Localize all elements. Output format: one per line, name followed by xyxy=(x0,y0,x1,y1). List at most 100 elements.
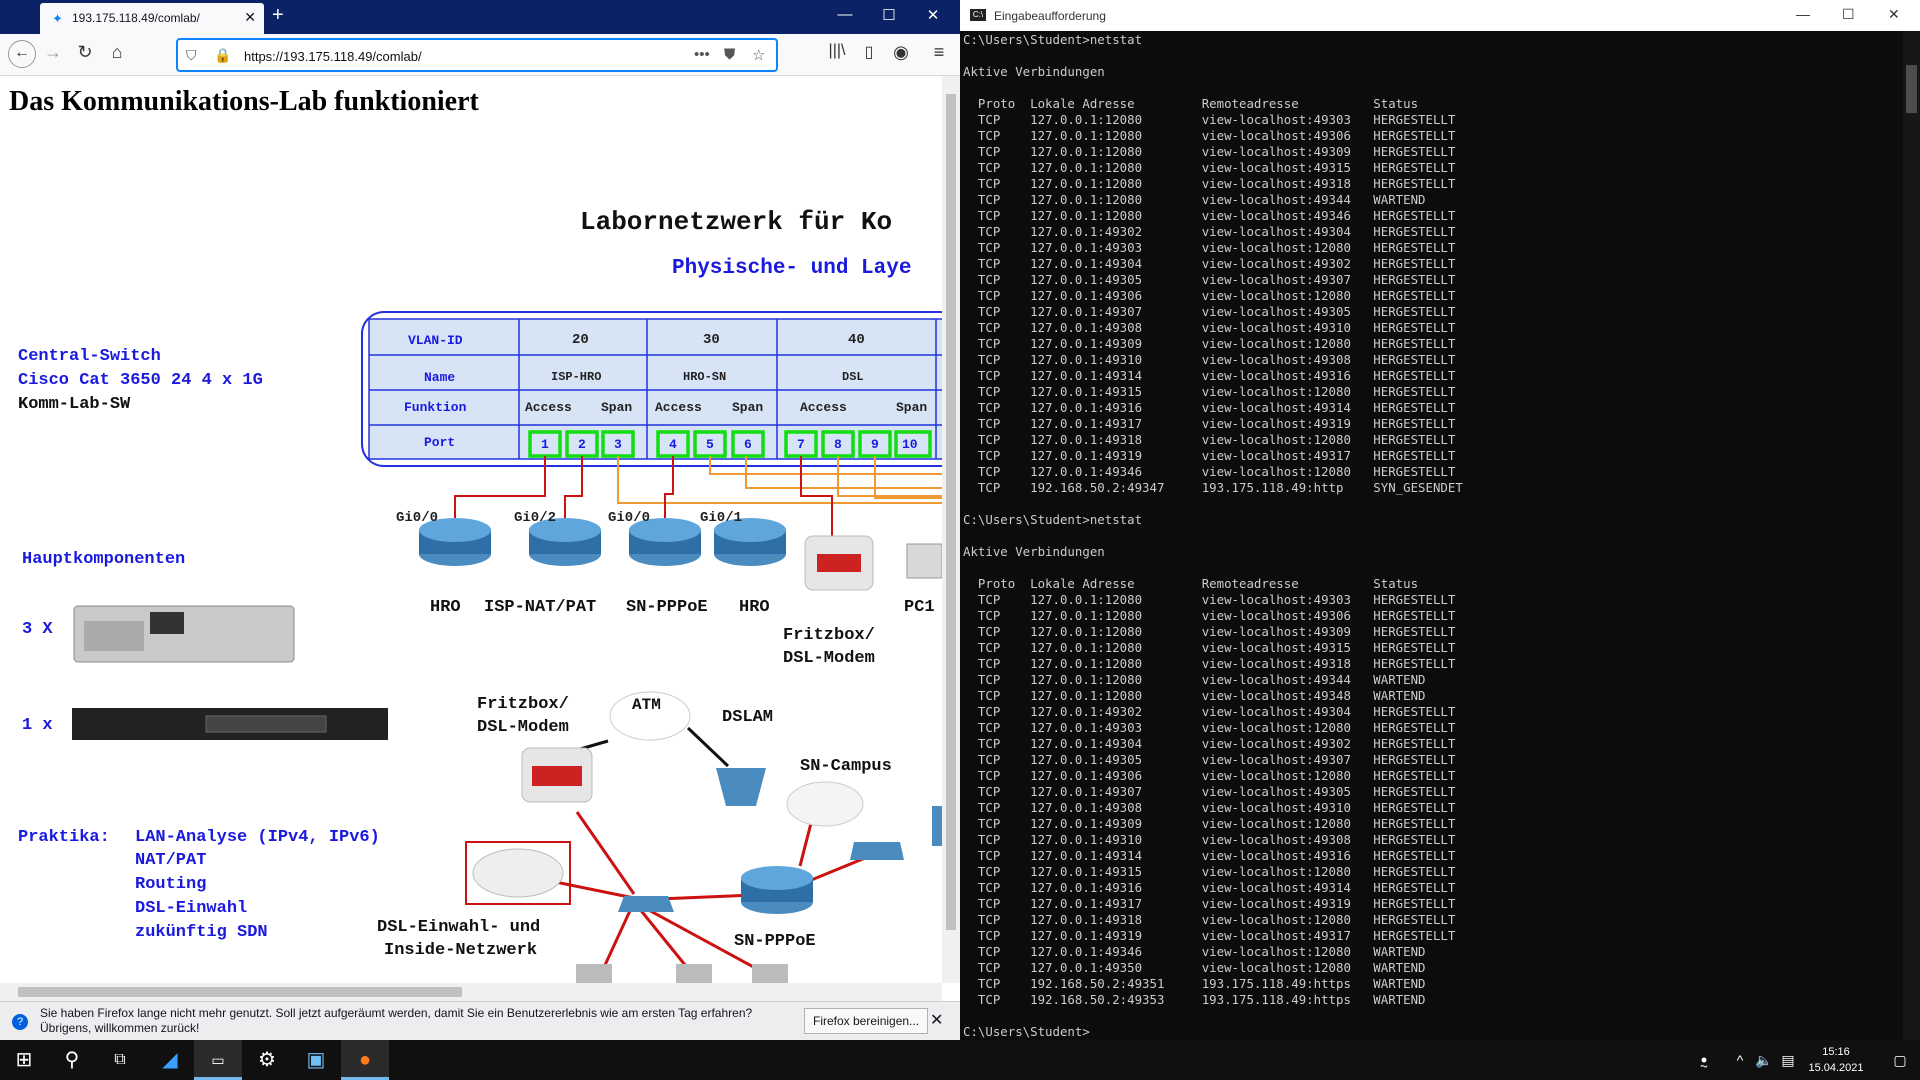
vlan-name-hro-sn: HRO-SN xyxy=(683,370,727,384)
praktika-item: LAN-Analyse (IPv4, IPv6) xyxy=(135,828,380,847)
func-span: Span xyxy=(601,400,633,415)
iface-label: Gi0/2 xyxy=(514,510,557,526)
main-components-label: Hauptkomponenten xyxy=(22,550,186,569)
port-8: 8 xyxy=(834,437,842,452)
close-window-icon[interactable]: ✕ xyxy=(918,6,948,24)
praktika-item: DSL-Einwahl xyxy=(135,899,248,918)
control-panel-icon[interactable]: ▣ xyxy=(292,1040,340,1080)
dslam-label: DSLAM xyxy=(722,708,774,727)
info-icon: ? xyxy=(12,1014,28,1030)
fritzbox-label: Fritzbox/ xyxy=(783,626,875,645)
praktika-item: zukünftig SDN xyxy=(135,923,268,942)
home-icon[interactable]: ⌂ xyxy=(104,42,130,63)
reload-icon[interactable]: ↻ xyxy=(72,42,98,63)
port-header: Port xyxy=(424,435,456,450)
device-label-pc1: PC1 xyxy=(904,598,935,617)
network-icon[interactable]: ▤ xyxy=(1764,1040,1812,1080)
cmd-scrollbar[interactable] xyxy=(1903,31,1920,1040)
cmd-scroll-thumb[interactable] xyxy=(1906,65,1917,113)
port-1: 1 xyxy=(541,437,549,452)
port-10: 10 xyxy=(902,437,918,452)
vertical-scrollbar[interactable] xyxy=(942,76,960,983)
library-icon[interactable]: |||\ xyxy=(824,42,850,60)
windows-start-icon[interactable]: ⊞ xyxy=(0,1040,48,1080)
port-2: 2 xyxy=(578,437,586,452)
device-label-isp-nat: ISP-NAT/PAT xyxy=(484,598,597,617)
firefox-refresh-button[interactable]: Firefox bereinigen... xyxy=(804,1008,929,1034)
close-notification-icon[interactable]: ✕ xyxy=(930,1010,943,1030)
menu-icon[interactable]: ≡ xyxy=(926,42,952,63)
browser-tab[interactable]: ✦ 193.175.118.49/comlab/ ✕ xyxy=(40,3,264,34)
pocket-icon[interactable]: ⛊ xyxy=(724,46,735,63)
notification-text: Sie haben Firefox lange nicht mehr genut… xyxy=(40,1006,753,1035)
task-view-icon[interactable]: ⧉ xyxy=(96,1040,144,1080)
vlan-40: 40 xyxy=(848,332,865,348)
new-tab-icon[interactable]: + xyxy=(272,4,284,27)
lock-warning-icon[interactable]: 🔒 xyxy=(214,47,231,64)
cmd-titlebar: C:\ Eingabeaufforderung — ☐ ✕ xyxy=(960,0,1920,31)
port-4: 4 xyxy=(669,437,677,452)
praktika-item: NAT/PAT xyxy=(135,851,207,870)
cmd-window: C:\ Eingabeaufforderung — ☐ ✕ C:\Users\S… xyxy=(960,0,1920,1040)
fritzbox-label: Fritzbox/ xyxy=(477,695,569,714)
port-9: 9 xyxy=(871,437,879,452)
sidebar-icon[interactable]: ▯ xyxy=(856,42,882,62)
notification-bar: ? Sie haben Firefox lange nicht mehr gen… xyxy=(0,1001,960,1040)
vertical-scroll-thumb[interactable] xyxy=(946,94,956,930)
port-7: 7 xyxy=(797,437,805,452)
account-icon[interactable]: ◉ xyxy=(888,42,914,63)
page-actions-icon[interactable]: ••• xyxy=(694,46,710,63)
settings-icon[interactable]: ⚙ xyxy=(243,1040,291,1080)
cmd-taskbar-icon[interactable]: ▭ xyxy=(194,1040,242,1080)
sn-campus-label: SN-Campus xyxy=(800,757,892,776)
firefox-taskbar-icon[interactable]: ● xyxy=(341,1040,389,1080)
func-span: Span xyxy=(732,400,764,415)
port-5: 5 xyxy=(706,437,714,452)
horizontal-scroll-thumb[interactable] xyxy=(18,987,462,997)
iface-label: Gi0/0 xyxy=(608,510,651,526)
device-label-sn-pppoe: SN-PPPoE xyxy=(626,598,708,617)
clock[interactable]: 15:16 15.04.2021 xyxy=(1806,1044,1866,1076)
maximize-icon[interactable]: ☐ xyxy=(874,6,904,24)
back-icon[interactable]: ← xyxy=(8,40,36,68)
name-header: Name xyxy=(424,370,456,385)
vmware-horizon-icon[interactable]: ◢ xyxy=(146,1040,194,1080)
iface-label: Gi0/1 xyxy=(700,510,743,526)
page-content: Das Kommunikations-Lab funktioniert Labo… xyxy=(0,76,942,983)
vlan-30: 30 xyxy=(703,332,720,348)
url-text[interactable]: https://193.175.118.49/comlab/ xyxy=(244,49,422,64)
close-window-icon[interactable]: ✕ xyxy=(1888,6,1900,23)
search-icon[interactable]: ⚲ xyxy=(48,1040,96,1080)
notification-center-icon[interactable]: ▢ xyxy=(1876,1040,1920,1080)
component-count: 1 x xyxy=(22,716,53,735)
minimize-icon[interactable]: — xyxy=(1796,6,1810,22)
fritzbox-label: DSL-Modem xyxy=(783,649,875,668)
nav-bar: ← → ↻ ⌂ ⛉ 🔒 https://193.175.118.49/comla… xyxy=(0,34,960,76)
cmd-output[interactable]: C:\Users\Student>netstat Aktive Verbindu… xyxy=(963,32,1893,1040)
shield-icon[interactable]: ⛉ xyxy=(186,47,197,64)
clock-time: 15:16 xyxy=(1822,1046,1850,1058)
component-count: 3 X xyxy=(22,620,53,639)
clock-date: 15.04.2021 xyxy=(1808,1062,1864,1074)
port-3: 3 xyxy=(614,437,622,452)
dsl-inside-label: DSL-Einwahl- und xyxy=(377,918,541,937)
minimize-icon[interactable]: — xyxy=(830,6,860,23)
maximize-icon[interactable]: ☐ xyxy=(1842,6,1855,23)
cmd-icon: C:\ xyxy=(970,9,986,21)
close-tab-icon[interactable]: ✕ xyxy=(244,9,256,26)
tab-title: 193.175.118.49/comlab/ xyxy=(72,11,200,25)
func-access: Access xyxy=(525,400,572,415)
cmd-title: Eingabeaufforderung xyxy=(994,9,1106,23)
func-access: Access xyxy=(800,400,847,415)
funktion-header: Funktion xyxy=(404,400,467,415)
func-span: Span xyxy=(896,400,928,415)
func-access: Access xyxy=(655,400,702,415)
bookmark-star-icon[interactable]: ☆ xyxy=(752,46,765,64)
url-bar[interactable]: ⛉ 🔒 https://193.175.118.49/comlab/ ••• ⛊… xyxy=(176,38,778,72)
taskbar: ⊞ ⚲ ⧉ ◢ ▭ ⚙ ▣ ● ꔸ ^ 🔈 ▤ 15:16 15.04.2021… xyxy=(0,1040,1920,1080)
forward-icon[interactable]: → xyxy=(40,42,66,63)
vlan-20: 20 xyxy=(572,332,589,348)
sn-pppoe-label: SN-PPPoE xyxy=(734,932,816,951)
device-label-hro: HRO xyxy=(430,598,461,617)
horizontal-scrollbar[interactable] xyxy=(0,983,942,1001)
